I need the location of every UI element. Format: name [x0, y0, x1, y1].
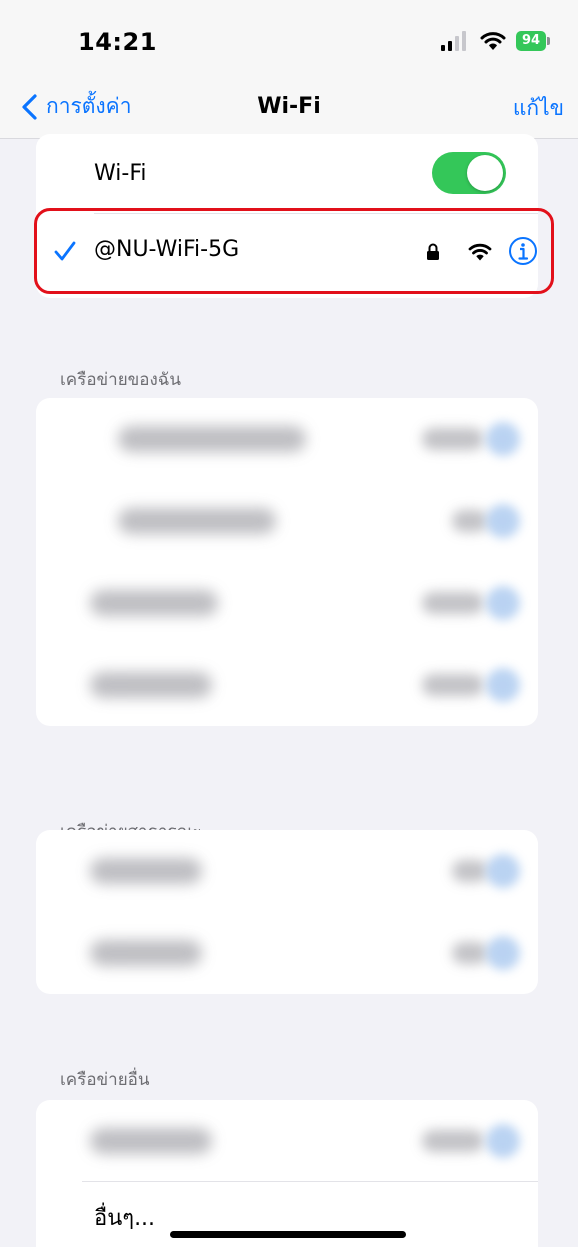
battery-level: 94: [516, 31, 546, 51]
network-row[interactable]: [36, 398, 538, 480]
wifi-icon: [468, 243, 492, 261]
wifi-toggle-label: Wi-Fi: [94, 161, 147, 186]
status-icons: 94: [440, 30, 550, 52]
network-row[interactable]: [36, 562, 538, 644]
network-row[interactable]: [36, 480, 538, 562]
wifi-settings-screen: 14:21 94 การตั้งค่า Wi-Fi แก้ไข Wi-Fi @N…: [0, 0, 578, 1247]
navigation-bar: การตั้งค่า Wi-Fi แก้ไข: [0, 80, 578, 139]
battery-icon: 94: [516, 31, 550, 51]
section-header-other-networks: เครือข่ายอื่น: [60, 1070, 150, 1090]
wifi-toggle[interactable]: [432, 152, 506, 194]
network-row[interactable]: [36, 644, 538, 726]
edit-button[interactable]: แก้ไข: [513, 92, 564, 125]
connected-network-name: @NU-WiFi-5G: [94, 237, 240, 262]
network-row[interactable]: [36, 830, 538, 912]
section-header-my-networks: เครือข่ายของฉัน: [60, 370, 181, 390]
cellular-signal-icon: [441, 31, 466, 51]
info-icon[interactable]: [508, 236, 538, 266]
checkmark-icon: [54, 241, 76, 261]
network-row[interactable]: [36, 912, 538, 994]
wifi-toggle-row: Wi-Fi: [36, 134, 538, 214]
wifi-icon: [480, 32, 506, 50]
home-indicator: [170, 1231, 406, 1238]
network-row[interactable]: [36, 1100, 538, 1182]
public-networks-group: [36, 830, 538, 994]
lock-icon: [427, 243, 439, 260]
other-network-label: อื่นๆ...: [94, 1206, 156, 1231]
other-networks-group: อื่นๆ...: [36, 1100, 538, 1247]
status-bar: 14:21 94: [0, 0, 578, 88]
my-networks-group: [36, 398, 538, 726]
status-time: 14:21: [78, 28, 157, 56]
page-title: Wi-Fi: [257, 94, 321, 119]
